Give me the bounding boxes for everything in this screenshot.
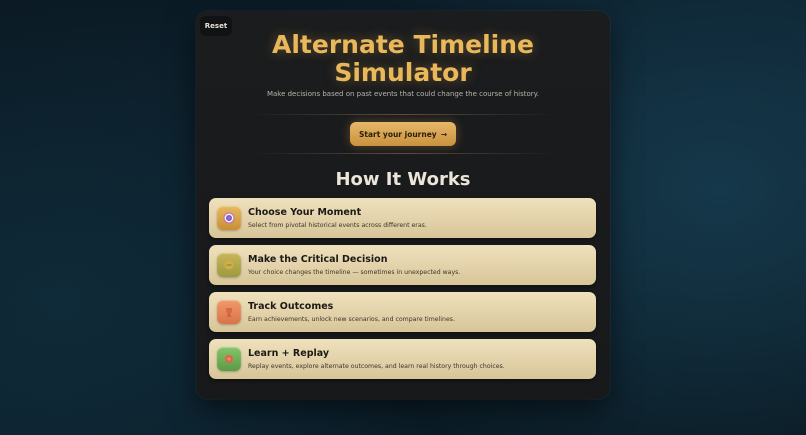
- replay-icon: [217, 347, 241, 371]
- start-journey-button[interactable]: Start your journey →: [350, 122, 456, 146]
- divider-bottom: [248, 153, 558, 154]
- start-journey-label: Start your journey: [358, 129, 437, 139]
- step-card: Choose Your Moment Select from pivotal h…: [209, 198, 596, 238]
- step-description: Replay events, explore alternate outcome…: [248, 363, 505, 370]
- title-line-2: Simulator: [334, 58, 472, 87]
- step-card: Learn + Replay Replay events, explore al…: [209, 339, 596, 379]
- title-line-1: Alternate Timeline: [272, 30, 534, 59]
- step-title: Track Outcomes: [248, 301, 334, 312]
- decision-icon: [217, 253, 241, 277]
- arrow-right-icon: →: [440, 129, 447, 139]
- subtitle: Make decisions based on past events that…: [266, 90, 540, 98]
- page-title: Alternate Timeline Simulator: [196, 31, 610, 87]
- step-title: Make the Critical Decision: [248, 254, 388, 265]
- step-card: Track Outcomes Earn achievements, unlock…: [209, 292, 596, 332]
- step-description: Your choice changes the timeline — somet…: [248, 269, 461, 276]
- step-title: Choose Your Moment: [248, 207, 362, 218]
- divider-top: [248, 114, 558, 115]
- target-icon: [217, 206, 241, 230]
- main-card: Reset Alternate Timeline Simulator Make …: [196, 11, 610, 399]
- step-description: Select from pivotal historical events ac…: [248, 222, 427, 229]
- trophy-icon: [217, 300, 241, 324]
- step-description: Earn achievements, unlock new scenarios,…: [248, 316, 455, 323]
- how-it-works-heading: How It Works: [335, 169, 471, 190]
- step-card: Make the Critical Decision Your choice c…: [209, 245, 596, 285]
- step-title: Learn + Replay: [248, 348, 330, 359]
